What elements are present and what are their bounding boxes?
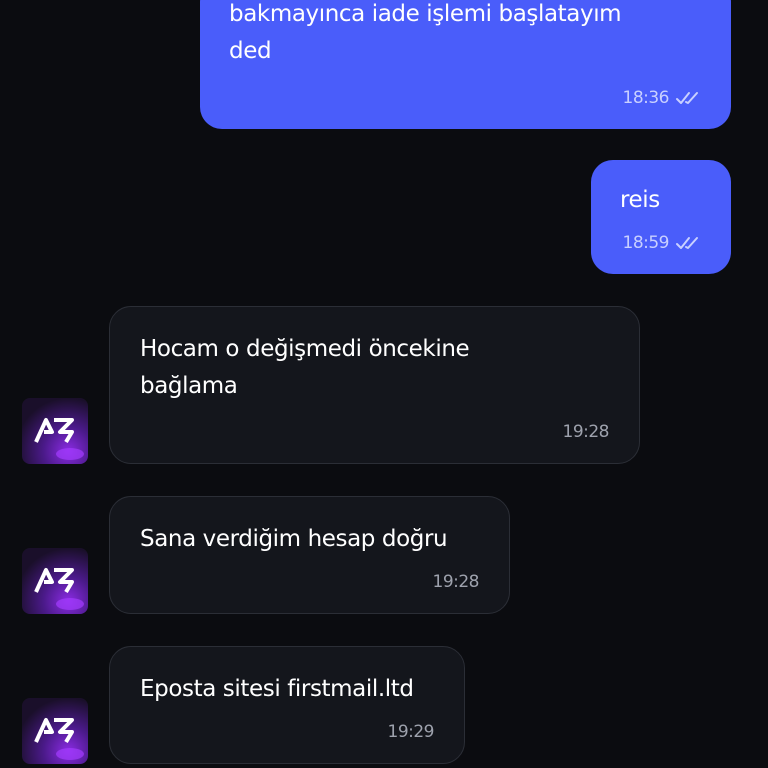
message-time: 18:59 — [622, 233, 670, 253]
message-time: 19:28 — [432, 572, 480, 592]
message-bubble-outgoing[interactable]: reis 18:59 — [591, 160, 731, 274]
message-text: Sana verdiğim hesap doğru — [140, 526, 448, 552]
message-text: bakmayınca iade işlemi başlatayım ded — [229, 1, 622, 64]
avatar-logo-icon — [34, 568, 84, 610]
message-meta: 18:59 — [623, 233, 704, 253]
avatar-logo-icon — [34, 718, 84, 760]
avatar-logo-icon — [34, 418, 84, 460]
message-meta: 18:36 — [623, 88, 704, 108]
message-time: 18:36 — [622, 88, 670, 108]
message-text: reis — [620, 187, 660, 213]
message-text: Hocam o değişmedi öncekine bağlama — [140, 336, 470, 399]
message-bubble-outgoing[interactable]: bakmayınca iade işlemi başlatayım ded 18… — [200, 0, 731, 129]
contact-avatar[interactable] — [22, 398, 88, 464]
message-text: Eposta sitesi firstmail.ltd — [140, 676, 414, 702]
message-bubble-incoming[interactable]: Eposta sitesi firstmail.ltd 19:29 — [109, 646, 465, 764]
contact-avatar[interactable] — [22, 698, 88, 764]
message-meta: 19:28 — [563, 422, 610, 442]
message-time: 19:29 — [387, 722, 435, 742]
contact-avatar[interactable] — [22, 548, 88, 614]
message-bubble-incoming[interactable]: Hocam o değişmedi öncekine bağlama 19:28 — [109, 306, 640, 464]
message-meta: 19:29 — [388, 722, 435, 742]
message-time: 19:28 — [562, 422, 610, 442]
double-check-icon — [676, 92, 698, 104]
message-bubble-incoming[interactable]: Sana verdiğim hesap doğru 19:28 — [109, 496, 510, 614]
double-check-icon — [676, 237, 698, 249]
message-meta: 19:28 — [433, 572, 480, 592]
